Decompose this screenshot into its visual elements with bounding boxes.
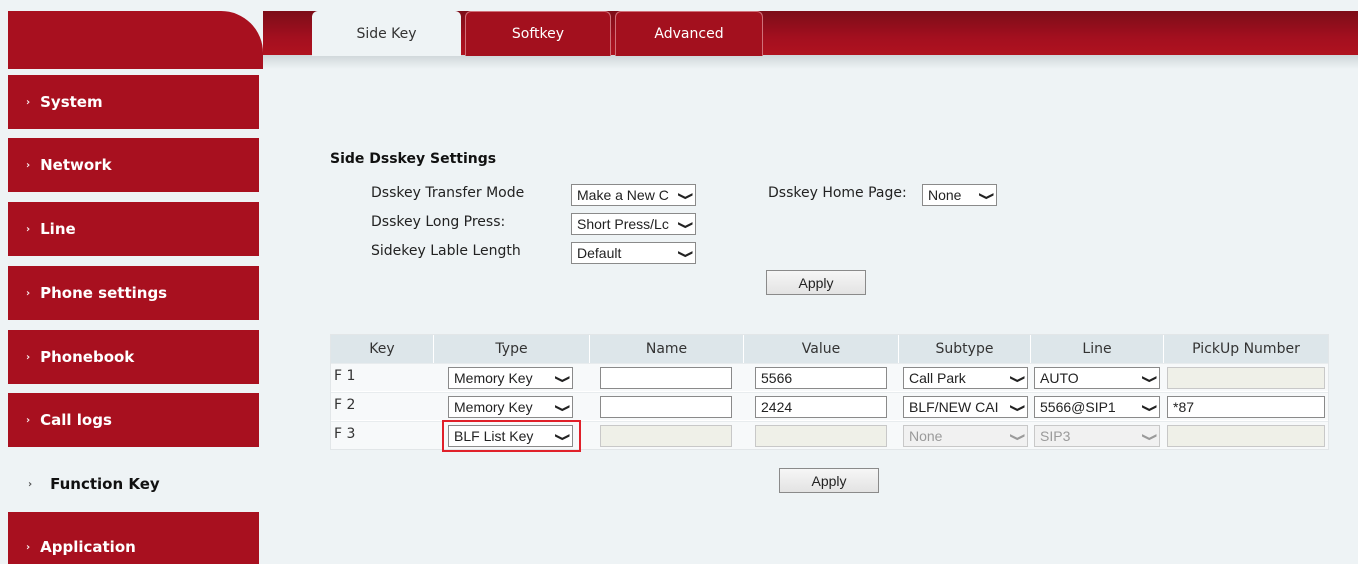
chevron-down-icon: ❯: [1136, 372, 1159, 384]
column-header-name: Name: [590, 335, 744, 363]
long-press-select[interactable]: Short Press/Lc ❯: [571, 213, 696, 235]
nav-arrow-icon: ›: [26, 351, 31, 363]
home-page-label: Dsskey Home Page:: [768, 185, 907, 201]
sidebar-item-label: Phonebook: [40, 348, 135, 366]
sidebar-item-call-logs[interactable]: › Call logs: [8, 393, 259, 447]
nav-arrow-icon: ›: [26, 96, 31, 108]
chevron-down-icon: ❯: [1004, 401, 1027, 413]
subtype-select[interactable]: None ❯: [903, 425, 1028, 447]
tab-label: Advanced: [654, 26, 724, 42]
select-value: SIP3: [1040, 428, 1071, 444]
tab-side-key[interactable]: Side Key: [312, 11, 461, 56]
chevron-down-icon: ❯: [549, 401, 572, 413]
long-press-label: Dsskey Long Press:: [371, 214, 506, 230]
sidebar-item-label: Phone settings: [40, 284, 168, 302]
nav-arrow-icon: ›: [26, 414, 31, 426]
subtype-select[interactable]: Call Park ❯: [903, 367, 1028, 389]
sidebar-item-phone-settings[interactable]: › Phone settings: [8, 266, 259, 320]
line-select[interactable]: SIP3 ❯: [1034, 425, 1160, 447]
select-value: 5566@SIP1: [1040, 399, 1116, 415]
tab-advanced[interactable]: Advanced: [615, 11, 763, 56]
name-input[interactable]: [600, 425, 732, 447]
transfer-mode-select[interactable]: Make a New C ❯: [571, 184, 696, 206]
row-key: F 1: [334, 368, 356, 384]
sidebar-item-label: Function Key: [50, 475, 160, 493]
chevron-down-icon: ❯: [1136, 430, 1159, 442]
select-value: None: [909, 428, 943, 444]
name-input[interactable]: [600, 396, 732, 418]
sidebar-item-label: Application: [40, 538, 136, 556]
subtype-select[interactable]: BLF/NEW CAI ❯: [903, 396, 1028, 418]
sidebar-item-label: Network: [40, 156, 112, 174]
label-length-label: Sidekey Lable Length: [371, 243, 521, 259]
nav-arrow-icon: ›: [26, 541, 31, 553]
settings-apply-button[interactable]: Apply: [766, 270, 866, 295]
nav-arrow-icon: ›: [26, 223, 31, 235]
select-value: Short Press/Lc: [577, 216, 669, 232]
nav-arrow-icon: ›: [26, 287, 31, 299]
transfer-mode-label: Dsskey Transfer Mode: [371, 185, 525, 201]
section-title: Side Dsskey Settings: [330, 151, 497, 167]
value-input[interactable]: [755, 425, 887, 447]
line-select[interactable]: AUTO ❯: [1034, 367, 1160, 389]
header-shadow: [263, 55, 1358, 69]
select-value: BLF/NEW CAI: [909, 399, 999, 415]
select-value: Call Park: [909, 370, 966, 386]
column-header-type: Type: [434, 335, 590, 363]
select-value: Make a New C: [577, 187, 669, 203]
value-input[interactable]: 5566: [755, 367, 887, 389]
column-header-subtype: Subtype: [899, 335, 1031, 363]
line-select[interactable]: 5566@SIP1 ❯: [1034, 396, 1160, 418]
column-header-value: Value: [744, 335, 899, 363]
sidebar-item-system[interactable]: › System: [8, 75, 259, 129]
sidebar-item-label: Line: [40, 220, 76, 238]
column-header-pickup: PickUp Number: [1164, 335, 1328, 363]
select-value: Memory Key: [454, 399, 533, 415]
tab-softkey[interactable]: Softkey: [465, 11, 611, 56]
type-select[interactable]: Memory Key ❯: [448, 396, 573, 418]
select-value: AUTO: [1040, 370, 1079, 386]
sidebar-item-line[interactable]: › Line: [8, 202, 259, 256]
pickup-input[interactable]: [1167, 425, 1325, 447]
column-header-key: Key: [331, 335, 434, 363]
app-root: › System › Network › Line › Phone settin…: [0, 0, 1358, 564]
chevron-down-icon: ❯: [1004, 372, 1027, 384]
sidebar-logo-area: [8, 11, 263, 69]
nav-arrow-icon: ›: [28, 478, 33, 490]
home-page-select[interactable]: None ❯: [922, 184, 997, 206]
select-value: Memory Key: [454, 370, 533, 386]
sidebar-item-application[interactable]: › Application: [8, 512, 259, 564]
sidebar-item-network[interactable]: › Network: [8, 138, 259, 192]
chevron-down-icon: ❯: [1136, 401, 1159, 413]
chevron-down-icon: ❯: [549, 372, 572, 384]
pickup-input[interactable]: *87: [1167, 396, 1325, 418]
chevron-down-icon: ❯: [973, 189, 996, 201]
chevron-down-icon: ❯: [1004, 430, 1027, 442]
select-value: Default: [577, 245, 622, 261]
nav-arrow-icon: ›: [26, 159, 31, 171]
label-length-select[interactable]: Default ❯: [571, 242, 696, 264]
chevron-down-icon: ❯: [672, 189, 695, 201]
chevron-down-icon: ❯: [672, 247, 695, 259]
sidebar-item-function-key[interactable]: › Function Key: [8, 457, 259, 511]
select-value: None: [928, 187, 962, 203]
type-select[interactable]: Memory Key ❯: [448, 367, 573, 389]
table-apply-button[interactable]: Apply: [779, 468, 879, 493]
value-input[interactable]: 2424: [755, 396, 887, 418]
name-input[interactable]: [600, 367, 732, 389]
highlight-box: [442, 420, 581, 452]
sidebar-item-label: Call logs: [40, 411, 112, 429]
tab-label: Side Key: [356, 25, 417, 42]
sidebar-item-label: System: [40, 93, 103, 111]
row-key: F 3: [334, 426, 356, 442]
column-header-line: Line: [1031, 335, 1164, 363]
pickup-input[interactable]: [1167, 367, 1325, 389]
tab-label: Softkey: [511, 26, 565, 42]
sidebar-item-phonebook[interactable]: › Phonebook: [8, 330, 259, 384]
chevron-down-icon: ❯: [672, 218, 695, 230]
row-key: F 2: [334, 397, 356, 413]
